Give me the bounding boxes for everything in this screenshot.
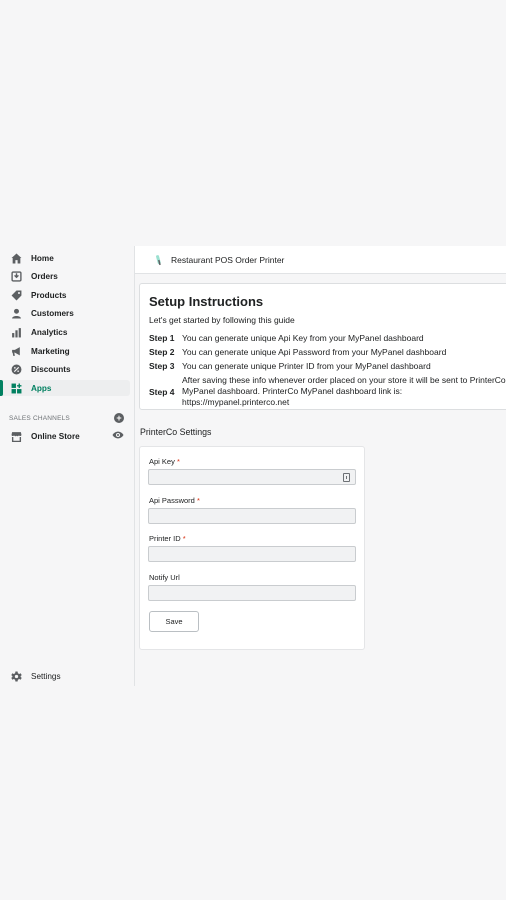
sidebar-item-online-store[interactable]: Online Store (0, 428, 130, 444)
home-icon (11, 253, 22, 264)
sidebar-item-label: Orders (31, 271, 58, 281)
add-channel-button[interactable]: + (114, 413, 124, 423)
discount-icon (11, 364, 22, 375)
sidebar-item-home[interactable]: Home (0, 250, 130, 266)
apps-icon (11, 383, 22, 394)
step-text: You can generate unique Printer ID from … (182, 361, 431, 371)
sidebar-item-apps[interactable]: Apps (0, 380, 130, 396)
notify-url-label-text: Notify Url (149, 573, 180, 582)
sidebar-item-settings[interactable]: Settings (0, 668, 130, 684)
api-password-label: Api Password * (149, 496, 200, 505)
setup-step: Step 1 You can generate unique Api Key f… (149, 333, 506, 343)
sidebar-item-label: Settings (31, 671, 61, 681)
orders-icon (11, 270, 22, 282)
notify-url-label: Notify Url (149, 573, 180, 582)
sidebar-item-marketing[interactable]: Marketing (0, 343, 130, 359)
blank-area (0, 0, 506, 246)
settings-form-card: Api Key * Api Password * Printer ID * No… (139, 446, 365, 650)
main-content: Restaurant POS Order Printer Setup Instr… (135, 246, 506, 900)
sidebar-item-discounts[interactable]: Discounts (0, 361, 130, 377)
gear-icon (11, 671, 22, 682)
sidebar-item-label: Customers (31, 308, 74, 318)
setup-step: Step 4 After saving these info whenever … (149, 375, 506, 408)
save-button[interactable]: Save (149, 611, 199, 632)
api-key-label: Api Key * (149, 457, 180, 466)
password-manager-icon[interactable] (343, 473, 350, 482)
step-text: You can generate unique Api Password fro… (182, 347, 447, 357)
sidebar-item-label: Products (31, 290, 67, 300)
notify-url-input[interactable] (148, 585, 356, 601)
sidebar-item-label: Discounts (31, 364, 71, 374)
bar-chart-icon (11, 327, 22, 338)
sidebar-item-products[interactable]: Products (0, 287, 130, 303)
step-text: After saving these info whenever order p… (182, 375, 506, 407)
setup-step: Step 2 You can generate unique Api Passw… (149, 347, 506, 357)
printer-id-input[interactable] (148, 546, 356, 562)
sidebar-item-label: Marketing (31, 346, 70, 356)
api-password-input[interactable] (148, 508, 356, 524)
sidebar-nav: Home Orders Products Customers Analytics… (0, 246, 135, 686)
printer-id-label: Printer ID * (149, 534, 186, 543)
required-mark: * (196, 496, 200, 505)
setup-instructions-card: Setup Instructions Let's get started by … (139, 283, 506, 410)
sidebar-item-label: Online Store (31, 431, 80, 441)
sidebar-item-analytics[interactable]: Analytics (0, 324, 130, 340)
sales-channels-label: SALES CHANNELS (9, 414, 70, 422)
setup-title: Setup Instructions (149, 294, 264, 309)
step-label: Step 3 (149, 361, 175, 371)
api-key-input[interactable] (148, 469, 356, 485)
printer-id-label-text: Printer ID (149, 534, 181, 543)
sidebar-item-customers[interactable]: Customers (0, 305, 130, 321)
tag-icon (11, 290, 22, 301)
sales-channels-heading: SALES CHANNELS + (9, 413, 124, 423)
sidebar-item-label: Home (31, 253, 54, 263)
printer-app-icon (154, 254, 164, 266)
sidebar-item-label: Apps (31, 383, 52, 393)
app-title-bar: Restaurant POS Order Printer (135, 246, 506, 274)
required-mark: * (182, 534, 186, 543)
app-title: Restaurant POS Order Printer (171, 254, 285, 265)
api-key-label-text: Api Key (149, 457, 175, 466)
sidebar-item-label: Analytics (31, 327, 68, 337)
store-icon (11, 431, 22, 442)
step-label: Step 1 (149, 333, 175, 343)
required-mark: * (176, 457, 180, 466)
setup-step: Step 3 You can generate unique Printer I… (149, 361, 506, 371)
setup-subtitle: Let's get started by following this guid… (149, 315, 295, 325)
person-icon (11, 308, 22, 319)
megaphone-icon (11, 346, 22, 357)
step-text: You can generate unique Api Key from you… (182, 333, 424, 343)
eye-icon[interactable] (112, 430, 124, 440)
settings-section-title: PrinterCo Settings (140, 427, 212, 437)
api-password-label-text: Api Password (149, 496, 195, 505)
sidebar-item-orders[interactable]: Orders (0, 268, 130, 284)
step-label: Step 2 (149, 347, 175, 357)
active-indicator (0, 380, 3, 396)
step-label: Step 4 (149, 386, 175, 397)
